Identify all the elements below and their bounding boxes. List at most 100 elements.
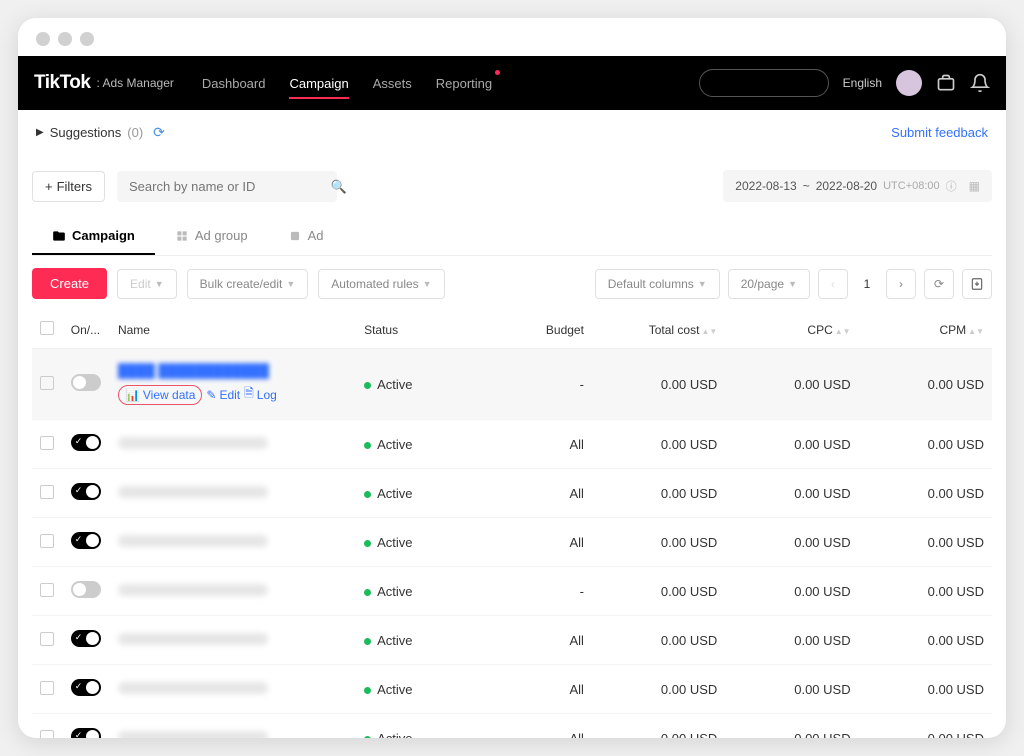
filters-button[interactable]: + Filters [32,171,105,202]
table-row[interactable]: Active All 0.00 USD 0.00 USD 0.00 USD [32,714,992,739]
cpm-cell: 0.00 USD [859,349,992,420]
table-row[interactable]: Active All 0.00 USD 0.00 USD 0.00 USD [32,518,992,567]
select-all-checkbox[interactable] [40,321,54,335]
nav-reporting[interactable]: Reporting [436,72,492,95]
campaign-name-redacted [118,731,268,739]
row-checkbox[interactable] [40,583,54,597]
nav-assets[interactable]: Assets [373,72,412,95]
cpc-cell: 0.00 USD [725,349,858,420]
row-actions: 📊View data ✎Edit 🗎Log [118,384,348,405]
table-row[interactable]: Active All 0.00 USD 0.00 USD 0.00 USD [32,469,992,518]
col-cost[interactable]: Total cost▲▼ [592,311,725,349]
table-row[interactable]: Active All 0.00 USD 0.00 USD 0.00 USD [32,420,992,469]
app-window: TikTok : Ads Manager Dashboard Campaign … [18,18,1006,738]
language-selector[interactable]: English [843,76,882,90]
maximize-dot[interactable] [80,32,94,46]
table-search-input[interactable] [117,171,337,202]
suggestions-toggle[interactable]: ▶ Suggestions (0) ⟳ [36,124,165,141]
nav-dashboard[interactable]: Dashboard [202,72,266,95]
status-toggle[interactable] [71,630,101,647]
submit-feedback-link[interactable]: Submit feedback [891,125,988,140]
tab-adgroup-label: Ad group [195,228,248,243]
row-checkbox[interactable] [40,730,54,739]
table-row[interactable]: Active All 0.00 USD 0.00 USD 0.00 USD [32,616,992,665]
close-dot[interactable] [36,32,50,46]
edit-link[interactable]: ✎Edit [206,388,240,402]
col-cpc[interactable]: CPC▲▼ [725,311,858,349]
nav-campaign[interactable]: Campaign [289,72,348,95]
global-search-input[interactable] [699,69,829,97]
status-toggle[interactable] [71,581,101,598]
minimize-dot[interactable] [58,32,72,46]
tab-campaign[interactable]: Campaign [32,218,155,255]
view-data-link[interactable]: 📊View data [118,385,202,405]
log-link[interactable]: 🗎Log [244,384,277,405]
suggestions-label: Suggestions [50,125,122,140]
perpage-dropdown[interactable]: 20/page ▼ [728,269,810,299]
tab-adgroup[interactable]: Ad group [155,218,268,255]
col-budget[interactable]: Budget [479,311,592,349]
status-dot-icon [364,382,371,389]
next-page-button[interactable]: › [886,269,916,299]
status-dot-icon [364,687,371,694]
status-toggle[interactable] [71,374,101,391]
col-onoff[interactable]: On/... [63,311,110,349]
page-number: 1 [850,277,884,291]
bell-icon[interactable] [970,73,990,93]
table-header-row: On/... Name Status Budget Total cost▲▼ C… [32,311,992,349]
budget-cell: - [479,349,592,420]
level-tabs: Campaign Ad group Ad [32,218,992,256]
chevron-down-icon: ▼ [286,279,295,289]
cpm-cell: 0.00 USD [859,665,992,714]
avatar[interactable] [896,70,922,96]
status-toggle[interactable] [71,679,101,696]
row-checkbox[interactable] [40,632,54,646]
chevron-down-icon: ▼ [155,279,164,289]
prev-page-button[interactable]: ‹ [818,269,848,299]
create-button[interactable]: Create [32,268,107,299]
status-text: Active [377,486,412,501]
cost-cell: 0.00 USD [592,349,725,420]
cpm-cell: 0.00 USD [859,469,992,518]
automated-label: Automated rules [331,277,418,291]
primary-nav: Dashboard Campaign Assets Reporting [202,72,492,95]
chevron-down-icon: ▼ [788,279,797,289]
chevron-down-icon: ▼ [423,279,432,289]
reload-button[interactable]: ⟳ [924,269,954,299]
status-text: Active [377,682,412,697]
briefcase-icon[interactable] [936,73,956,93]
filters-label: Filters [57,179,92,194]
row-checkbox[interactable] [40,534,54,548]
col-cpm[interactable]: CPM▲▼ [859,311,992,349]
status-toggle[interactable] [71,434,101,451]
table-row[interactable]: Active All 0.00 USD 0.00 USD 0.00 USD [32,665,992,714]
campaign-name-link[interactable]: ████ ████████████ [118,363,269,378]
export-button[interactable] [962,269,992,299]
status-toggle[interactable] [71,483,101,500]
row-checkbox[interactable] [40,681,54,695]
status-toggle[interactable] [71,728,101,738]
date-range-picker[interactable]: 2022-08-13 ~ 2022-08-20 UTC+08:00 ⓘ ▦ [723,170,992,202]
row-checkbox[interactable] [40,436,54,450]
table-row[interactable]: Active - 0.00 USD 0.00 USD 0.00 USD [32,567,992,616]
suggestions-count: (0) [127,125,143,140]
budget-cell: All [479,518,592,567]
status-text: Active [377,633,412,648]
date-to: 2022-08-20 [816,179,877,193]
cpc-cell: 0.00 USD [725,665,858,714]
bulk-button[interactable]: Bulk create/edit ▼ [187,269,309,299]
row-checkbox[interactable] [40,485,54,499]
date-sep: ~ [803,179,810,193]
tab-ad[interactable]: Ad [268,218,344,255]
budget-cell: All [479,665,592,714]
edit-button[interactable]: Edit ▼ [117,269,177,299]
budget-cell: All [479,616,592,665]
refresh-icon[interactable]: ⟳ [153,124,165,141]
row-checkbox[interactable] [40,376,54,390]
table-row[interactable]: ████ ████████████ 📊View data ✎Edit 🗎Log … [32,349,992,420]
col-name[interactable]: Name [110,311,356,349]
automated-rules-button[interactable]: Automated rules ▼ [318,269,444,299]
col-status[interactable]: Status [356,311,479,349]
columns-dropdown[interactable]: Default columns ▼ [595,269,720,299]
status-toggle[interactable] [71,532,101,549]
